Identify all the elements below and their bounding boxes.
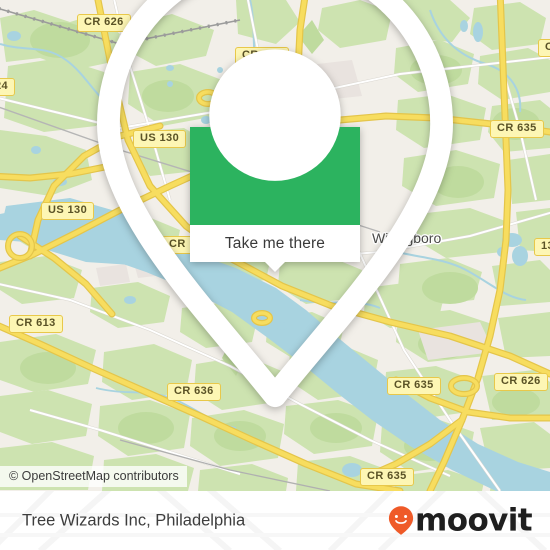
map-canvas[interactable]: Willingboro CR 626 CR 629 CR 635 US 130 … xyxy=(0,0,550,491)
road-shield-cr-635-bottom: CR 635 xyxy=(360,468,414,486)
osm-attribution[interactable]: © OpenStreetMap contributors xyxy=(0,466,187,487)
popup-pointer-tail xyxy=(264,261,286,272)
screenshot-root: Willingboro CR 626 CR 629 CR 635 US 130 … xyxy=(0,0,550,550)
moovit-logo[interactable]: moovit xyxy=(388,502,533,538)
popup-icon-panel xyxy=(97,0,453,407)
map-pin-icon xyxy=(0,0,550,422)
place-title: Tree Wizards Inc, Philadelphia xyxy=(22,511,246,529)
take-me-there-popup[interactable]: Take me there xyxy=(97,0,453,407)
popup-action-bar[interactable]: Take me there xyxy=(190,225,360,272)
moovit-wordmark: moovit xyxy=(415,502,533,538)
moovit-pin-mark xyxy=(388,506,414,536)
footer-bar: Tree Wizards Inc, Philadelphia moovit xyxy=(0,491,550,550)
take-me-there-label: Take me there xyxy=(224,234,326,252)
